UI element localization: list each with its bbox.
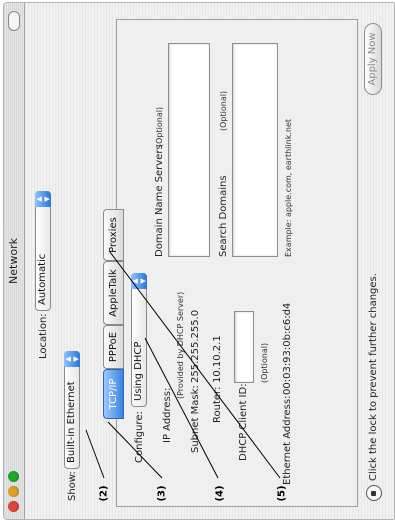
search-domains-field[interactable] [232,43,278,257]
show-label: Show: [67,471,78,501]
dns-field[interactable] [168,43,210,257]
ip-address-note: (Provided by DHCP Server) [176,291,185,399]
router-value: 10.10.2.1 [212,335,223,383]
ip-address-label: IP Address: [162,387,173,443]
popup-arrows-icon: ▲ ▼ [35,191,51,207]
dhcp-client-id-note: (Optional) [260,342,269,383]
network-window: Network Location: Automatic ▲ ▼ Show: Bui… [3,2,395,520]
callout-5: (5) [276,485,288,502]
show-popup[interactable]: Built-in Ethernet ▲ ▼ [64,351,80,469]
dns-optional-note: (Optional) [155,106,164,147]
tab-pppoe[interactable]: PPPoE [103,325,124,369]
show-value: Built-in Ethernet [66,381,77,463]
configure-popup[interactable]: Using DHCP ▲ ▼ [131,273,147,407]
title-bar[interactable]: Network [4,3,25,519]
ethernet-address-label: Ethernet Address: [282,395,293,485]
subnet-mask-label: Subnet Mask: [190,385,201,453]
lock-text: Click the lock to prevent further change… [368,273,379,481]
location-label: Location: [38,313,49,359]
dhcp-client-id-label: DHCP Client ID: [238,383,249,461]
callout-4: (4) [214,485,226,502]
router-label: Router: [212,386,223,423]
toolbar-toggle-button[interactable] [8,11,20,31]
apply-now-button[interactable]: Apply Now [364,23,382,95]
example-text: Example: apple.com, earthlink.net [284,118,293,257]
callout-3: (3) [156,485,168,502]
tab-proxies[interactable]: Proxies [103,209,124,261]
configure-value: Using DHCP [133,341,144,401]
search-domains-label: Search Domains [218,175,229,257]
tab-tcpip[interactable]: TCP/IP [103,369,124,419]
callout-2: (2) [98,485,110,502]
popup-arrows-icon: ▲ ▼ [64,351,80,367]
search-domains-optional-note: (Optional) [219,90,228,131]
tab-appletalk[interactable]: AppleTalk [103,261,124,325]
ethernet-address-value: 00:03:93:0b:c6:d4 [282,302,293,395]
dns-label: Domain Name Servers [154,144,165,257]
window-title: Network [7,238,20,284]
subnet-mask-value: 255.255.255.0 [190,309,201,383]
popup-arrows-icon: ▲ ▼ [131,273,147,289]
configure-label: Configure: [134,411,145,463]
dhcp-client-id-field[interactable] [234,311,254,383]
location-popup[interactable]: Automatic ▲ ▼ [35,191,51,311]
location-value: Automatic [37,253,48,305]
rotated-screenshot: Network Location: Automatic ▲ ▼ Show: Bui… [0,0,395,524]
lock-icon[interactable] [366,485,382,501]
